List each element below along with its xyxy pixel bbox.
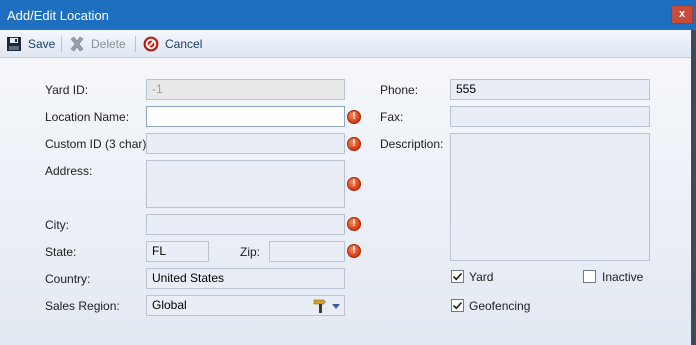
required-warning-icon: ! <box>347 244 361 258</box>
city-field[interactable] <box>146 214 345 235</box>
yard-id-field: -1 <box>146 79 345 100</box>
state-label: State: <box>45 245 77 259</box>
floppy-disk-icon <box>6 36 22 52</box>
required-warning-icon: ! <box>347 217 361 231</box>
cancel-icon <box>143 36 159 52</box>
location-name-label: Location Name: <box>45 110 130 124</box>
yard-checkbox[interactable] <box>451 270 464 283</box>
inactive-checkbox[interactable] <box>583 270 596 283</box>
delete-x-icon <box>69 36 85 52</box>
zip-field[interactable] <box>269 241 345 262</box>
inactive-checkbox-label[interactable]: Inactive <box>602 270 643 284</box>
description-label: Description: <box>380 137 444 151</box>
geofencing-checkbox-label[interactable]: Geofencing <box>469 299 530 313</box>
country-field[interactable]: United States <box>146 268 345 289</box>
phone-label: Phone: <box>380 83 419 97</box>
cancel-button[interactable]: Cancel <box>143 35 202 53</box>
chevron-down-icon[interactable] <box>332 304 340 309</box>
background-window-edge <box>691 30 696 345</box>
close-button[interactable]: x <box>671 5 693 24</box>
country-label: Country: <box>45 272 91 286</box>
location-name-field[interactable] <box>146 106 345 127</box>
save-button[interactable]: Save <box>6 35 55 53</box>
delete-button[interactable]: Delete <box>69 35 126 53</box>
custom-id-label: Custom ID (3 char): <box>45 137 150 151</box>
address-label: Address: <box>45 164 93 178</box>
toolbar-separator <box>61 36 62 52</box>
sales-region-label: Sales Region: <box>45 299 120 313</box>
title-bar: Add/Edit Location x <box>0 0 696 30</box>
geofencing-checkbox[interactable] <box>451 299 464 312</box>
checkmark-icon <box>452 272 463 281</box>
address-field[interactable] <box>146 160 345 208</box>
toolbar: Save Delete Cancel <box>0 30 696 58</box>
custom-id-field[interactable] <box>146 133 345 154</box>
yard-checkbox-label[interactable]: Yard <box>469 270 493 284</box>
description-field[interactable] <box>450 133 650 261</box>
window-title: Add/Edit Location <box>7 8 109 23</box>
delete-label: Delete <box>91 37 126 51</box>
fax-label: Fax: <box>380 110 404 124</box>
city-label: City: <box>45 218 69 232</box>
required-warning-icon: ! <box>347 177 361 191</box>
sales-region-dropdown[interactable]: Global <box>146 295 345 316</box>
yard-id-label: Yard ID: <box>45 83 89 97</box>
toolbar-separator <box>135 36 136 52</box>
checkmark-icon <box>452 301 463 310</box>
required-warning-icon: ! <box>347 110 361 124</box>
hammer-icon[interactable] <box>312 298 328 314</box>
phone-field[interactable]: 555 <box>450 79 650 100</box>
zip-label: Zip: <box>240 245 261 259</box>
sales-region-value: Global <box>152 298 187 312</box>
save-label: Save <box>28 37 56 51</box>
fax-field[interactable] <box>450 106 650 127</box>
state-field[interactable]: FL <box>146 241 209 262</box>
cancel-label: Cancel <box>165 37 203 51</box>
required-warning-icon: ! <box>347 137 361 151</box>
